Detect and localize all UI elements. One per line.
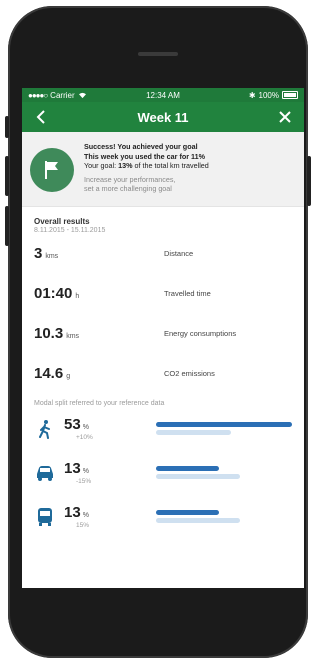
metric-unit: h	[75, 292, 80, 300]
goal-hint: Increase your performances, set a more c…	[84, 175, 209, 194]
goal-text: Success! You achieved your goal This wee…	[84, 142, 209, 194]
battery-icon	[282, 91, 298, 99]
modal-change: +10%	[76, 434, 93, 442]
earpiece-speaker	[138, 52, 178, 56]
reference-bar	[156, 430, 231, 436]
close-button[interactable]	[270, 102, 300, 132]
metric-value: 14.6	[34, 364, 64, 382]
overall-results-dates: 8.11.2015 - 15.11.2015	[34, 226, 106, 234]
metric-value: 01:40	[34, 284, 73, 302]
metric-travelled-time: 01:40 h Travelled time	[34, 274, 292, 314]
modal-value: 53	[64, 416, 81, 434]
metric-unit: g	[66, 372, 71, 380]
metric-label: Distance	[164, 249, 194, 259]
metric-co2: 14.6 g CO2 emissions	[34, 354, 292, 394]
overall-results-title: Overall results	[34, 216, 90, 226]
modal-unit: %	[82, 424, 89, 432]
metric-label: Energy consumptions	[164, 329, 237, 339]
modal-value: 13	[64, 460, 81, 478]
goal-target-line: Your goal: 13% of the total km travelled	[84, 161, 209, 171]
metric-distance: 3 kms Distance	[34, 234, 292, 274]
goal-hint-line-1: Increase your performances,	[84, 174, 176, 184]
current-bar	[156, 510, 219, 516]
flag-icon	[45, 161, 58, 179]
goal-target-value: 13%	[118, 161, 133, 171]
overall-results: Overall results 8.11.2015 - 15.11.2015 3…	[22, 207, 304, 539]
page-title: Week 11	[137, 109, 189, 125]
nav-bar: Week 11	[22, 102, 304, 132]
metric-unit: kms	[45, 252, 59, 260]
modal-value: 13	[64, 504, 81, 522]
metric-label: Travelled time	[164, 289, 211, 299]
status-right: ✱ 100%	[249, 91, 298, 100]
walking-icon	[34, 418, 56, 440]
metric-unit: kms	[66, 332, 80, 340]
goal-target-suffix: of the total km travelled	[134, 161, 209, 171]
metric-value: 3	[34, 244, 43, 262]
modal-row-bus: 13% 15%	[34, 495, 292, 539]
goal-success-text: Success! You achieved your goal	[84, 142, 198, 151]
bluetooth-icon: ✱	[248, 90, 256, 100]
modal-split-title: Modal split referred to your reference d…	[34, 399, 165, 407]
modal-unit: %	[82, 512, 89, 520]
chevron-left-icon	[36, 110, 45, 124]
close-icon	[279, 111, 291, 123]
car-icon	[34, 462, 56, 484]
mute-switch	[5, 116, 9, 138]
volume-down-button	[5, 206, 9, 246]
goal-target-prefix: Your goal:	[84, 161, 117, 171]
goal-badge	[30, 148, 74, 192]
power-button	[307, 156, 311, 206]
metric-energy: 10.3 kms Energy consumptions	[34, 314, 292, 354]
volume-up-button	[5, 156, 9, 196]
modal-change: -15%	[76, 478, 92, 486]
carrier-label: Carrier	[50, 90, 75, 100]
goal-hint-line-2: set a more challenging goal	[84, 184, 172, 194]
bus-icon	[34, 506, 56, 528]
goal-usage-text: This week you used the car for 11%	[84, 151, 206, 161]
metric-value: 10.3	[34, 324, 64, 342]
back-button[interactable]	[26, 102, 56, 132]
metric-label: CO2 emissions	[164, 369, 215, 379]
modal-change: 15%	[76, 522, 90, 530]
reference-bar	[156, 474, 241, 480]
app-screen: ●●●●○ Carrier 12:34 AM ✱ 100% Week 11 Su…	[22, 88, 304, 588]
modal-row-car: 13% -15%	[34, 451, 292, 495]
modal-unit: %	[82, 468, 89, 476]
status-left: ●●●●○ Carrier	[28, 91, 87, 100]
signal-icon: ●●●●○	[28, 90, 48, 100]
goal-summary: Success! You achieved your goal This wee…	[22, 132, 304, 207]
modal-row-walking: 53% +10%	[34, 407, 292, 451]
reference-bar	[156, 518, 241, 524]
current-bar	[156, 466, 219, 472]
current-bar	[156, 422, 292, 428]
wifi-icon	[78, 92, 86, 98]
battery-percent: 100%	[258, 90, 279, 100]
status-bar: ●●●●○ Carrier 12:34 AM ✱ 100%	[22, 88, 304, 102]
